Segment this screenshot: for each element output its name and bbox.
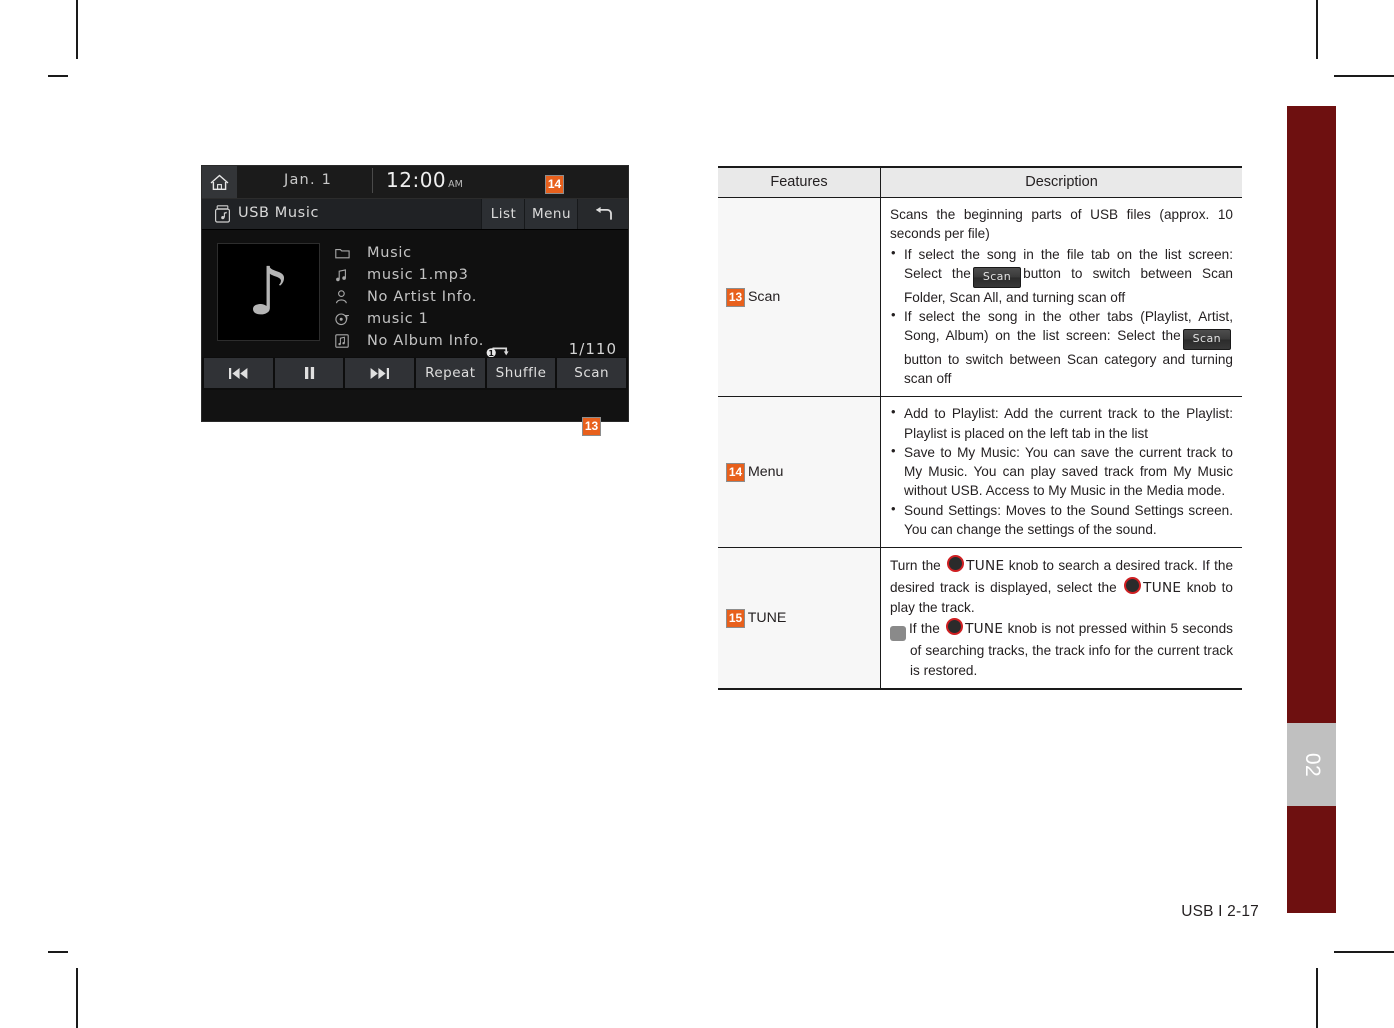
- crop-mark-bottom-left-horizontal: [48, 951, 68, 953]
- description-intro: Scans the beginning parts of USB files (…: [890, 207, 1233, 242]
- table-header-row: Features Description: [718, 167, 1242, 198]
- crop-mark-top-left-vertical: [76, 0, 78, 59]
- list-item: Save to My Music: You can save the curre…: [890, 442, 1233, 501]
- column-header-description: Description: [880, 167, 1242, 198]
- table-row-tune: 15 TUNE Turn the TUNE knob to search a d…: [718, 547, 1242, 689]
- status-clock: 12:00 AM: [372, 168, 463, 193]
- callout-badge: 13: [727, 288, 744, 306]
- description-bullets: Add to Playlist: Add the current track t…: [890, 403, 1233, 540]
- track-info-text: Music: [367, 245, 412, 261]
- track-info-text: No Album Info.: [367, 333, 484, 349]
- track-info-list: Music music 1.mp3 No Artist Info. music …: [335, 242, 484, 352]
- source-label: USB Music: [238, 205, 320, 221]
- track-info-row: music 1: [335, 308, 484, 330]
- tune-knob-label: TUNE: [1143, 579, 1182, 596]
- feature-name-cell: 15 TUNE: [718, 547, 881, 689]
- scan-button[interactable]: Scan: [557, 358, 627, 388]
- crop-mark-top-right-horizontal: [1334, 75, 1394, 77]
- previous-track-button[interactable]: [204, 358, 273, 388]
- track-info-text: music 1: [367, 311, 429, 327]
- back-icon[interactable]: [577, 199, 628, 229]
- chapter-number: 02: [1300, 752, 1324, 777]
- song-title-icon: [335, 311, 357, 327]
- tune-seg2: knob to search a desired track. If the d…: [890, 558, 1234, 595]
- status-ampm: AM: [448, 179, 463, 190]
- tune-knob-label: TUNE: [965, 621, 1004, 638]
- callout-badge-scan: 13: [583, 418, 600, 435]
- table-row-scan: 13 Scan Scans the beginning parts of USB…: [718, 197, 1242, 397]
- crop-mark-top-left-horizontal: [48, 75, 68, 77]
- callout-badge: 14: [727, 463, 744, 481]
- playback-controls: Repeat Shuffle Scan: [202, 357, 628, 390]
- description-cell: Scans the beginning parts of USB files (…: [880, 197, 1242, 397]
- music-note-icon: [335, 267, 357, 283]
- tune-knob-label: TUNE: [966, 558, 1005, 575]
- track-info-row: No Album Info.: [335, 330, 484, 352]
- menu-button[interactable]: Menu: [524, 199, 578, 229]
- list-item: Sound Settings: Moves to the Sound Setti…: [890, 500, 1233, 540]
- track-info-row: Music: [335, 242, 484, 264]
- page-footer: USB I 2-17: [1181, 903, 1259, 920]
- tune-instruction: Turn the TUNE knob to search a desired t…: [890, 555, 1233, 617]
- scan-chip-icon: Scan: [972, 266, 1022, 288]
- tune-knob-icon: [1124, 576, 1142, 594]
- description-bullets: If select the song in the file tab on th…: [890, 244, 1233, 389]
- tune-note: i If the TUNE knob is not pressed within …: [886, 618, 1233, 680]
- track-info-text: No Artist Info.: [367, 289, 478, 305]
- crop-mark-bottom-right-vertical: [1316, 968, 1318, 1028]
- status-bar: Jan. 1 12:00 AM: [202, 166, 628, 199]
- crop-mark-bottom-right-horizontal: [1334, 951, 1394, 953]
- callout-badge: 15: [727, 609, 744, 627]
- column-header-features: Features: [718, 167, 881, 198]
- artist-icon: [335, 289, 357, 305]
- shuffle-button[interactable]: Shuffle: [486, 358, 556, 388]
- status-date: Jan. 1: [284, 172, 332, 188]
- list-item: If select the song in the other tabs (Pl…: [890, 306, 1233, 389]
- tune-knob-icon: [946, 618, 964, 636]
- list-item: If select the song in the file tab on th…: [890, 244, 1233, 307]
- list-button[interactable]: List: [481, 199, 525, 229]
- crop-mark-bottom-left-vertical: [76, 968, 78, 1028]
- repeat-button[interactable]: Repeat: [416, 358, 485, 388]
- head-unit-screenshot: Jan. 1 12:00 AM USB Music List Menu ♪ Mu…: [201, 165, 629, 422]
- next-track-button[interactable]: [345, 358, 415, 388]
- track-info-text: music 1.mp3: [367, 267, 469, 283]
- now-playing-area: ♪ Music music 1.mp3 No Artist Info. musi…: [202, 230, 628, 390]
- info-icon: i: [886, 626, 906, 642]
- track-info-row: music 1.mp3: [335, 264, 484, 286]
- title-bar: USB Music List Menu: [202, 199, 628, 230]
- status-time: 12:00: [386, 168, 447, 192]
- track-info-row: No Artist Info.: [335, 286, 484, 308]
- callout-badge-menu: 14: [546, 176, 563, 193]
- bullet-post-text: button to switch between Scan category a…: [904, 351, 1233, 386]
- features-table: Features Description 13 Scan Scans the b…: [718, 166, 1242, 690]
- note-pre-text: If the: [909, 621, 940, 637]
- list-item: Add to Playlist: Add the current track t…: [890, 403, 1233, 443]
- table-row-menu: 14 Menu Add to Playlist: Add the current…: [718, 396, 1242, 548]
- pause-button[interactable]: [274, 358, 344, 388]
- album-art: ♪: [217, 243, 320, 341]
- scan-chip-icon: Scan: [1182, 329, 1231, 350]
- description-cell: Add to Playlist: Add the current track t…: [880, 396, 1242, 548]
- tune-knob-icon: [947, 555, 965, 573]
- chapter-tab: 02: [1287, 723, 1336, 806]
- feature-name-cell: 13 Scan: [718, 197, 881, 397]
- usb-music-icon: [214, 205, 231, 223]
- feature-label: Scan: [747, 288, 781, 305]
- home-icon[interactable]: [202, 166, 237, 198]
- description-cell: Turn the TUNE knob to search a desired t…: [880, 547, 1242, 689]
- track-counter: 1/110: [568, 340, 617, 358]
- album-icon: [335, 333, 357, 349]
- crop-mark-top-right-vertical: [1316, 0, 1318, 59]
- folder-icon: [335, 245, 357, 261]
- feature-label: Menu: [747, 463, 784, 480]
- feature-label: TUNE: [747, 609, 787, 626]
- tune-seg1: Turn the: [890, 558, 941, 574]
- feature-name-cell: 14 Menu: [718, 396, 881, 548]
- music-note-icon: ♪: [247, 252, 290, 330]
